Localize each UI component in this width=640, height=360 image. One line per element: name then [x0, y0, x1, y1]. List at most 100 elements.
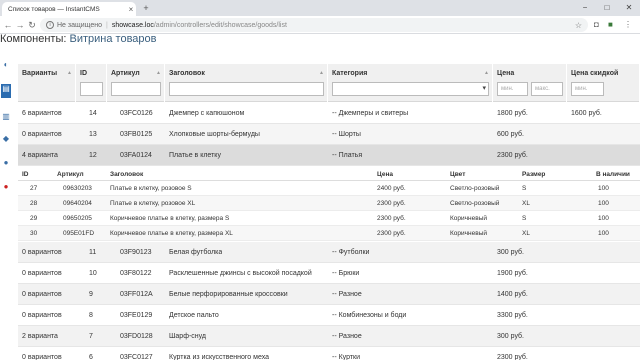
security-label: Не защищено: [57, 21, 102, 29]
cell-sku: 03FB0125: [120, 131, 153, 138]
maximize-icon[interactable]: □: [596, 0, 618, 16]
table-row[interactable]: 0 вариантов 8 03FE0129 Детское пальто --…: [18, 305, 640, 326]
tab-close-icon[interactable]: ×: [126, 5, 136, 14]
id-filter-input[interactable]: [80, 82, 103, 96]
variants-table-header: ID Артикул Заголовок Цена Цвет Размер В …: [18, 168, 640, 181]
sort-icon[interactable]: ▲: [319, 70, 324, 76]
column-id[interactable]: ID: [76, 64, 107, 102]
cell-title: Расклешенные джинсы с высокой посадкой: [169, 270, 312, 277]
variant-row[interactable]: 30 095E01FD Коричневое платье в клетку, …: [18, 226, 640, 241]
user-icon[interactable]: ●: [1, 158, 11, 168]
camera-icon[interactable]: ◘: [594, 20, 599, 29]
cell-variants[interactable]: 0 вариантов: [22, 124, 62, 145]
table-header: Варианты ▲ ID Артикул ▲ Заголовок ▲ Кате…: [18, 64, 640, 102]
variant-stock: 100: [598, 200, 609, 207]
cell-id: 7: [89, 333, 93, 340]
column-sku[interactable]: Артикул ▲: [107, 64, 165, 102]
variant-row[interactable]: 28 09640204 Платье в клетку, розовое XL …: [18, 196, 640, 211]
cell-variants[interactable]: 0 вариантов: [22, 263, 62, 284]
table-row[interactable]: 0 вариантов 10 03F80122 Расклешенные джи…: [18, 263, 640, 284]
sort-icon[interactable]: ▲: [484, 70, 489, 76]
alert-icon[interactable]: ●: [1, 182, 11, 192]
globe-icon[interactable]: ◐: [1, 60, 11, 70]
cell-sku: 03FC0126: [120, 110, 153, 117]
left-sidebar: ◐ ▤ ▥ ◆ ● ●: [0, 54, 12, 360]
menu-icon[interactable]: ⋮: [624, 20, 632, 29]
cell-variants[interactable]: 0 вариантов: [22, 305, 62, 326]
price-min-input[interactable]: мин.: [497, 82, 528, 96]
column-variants[interactable]: Варианты ▲: [18, 64, 76, 102]
variant-size: XL: [522, 200, 530, 207]
variant-color: Коричневый: [450, 230, 487, 237]
variants-column-label: Артикул: [57, 171, 84, 178]
url-host: showcase.loc: [111, 21, 154, 29]
cell-price: 300 руб.: [497, 333, 524, 340]
category-filter-select[interactable]: [332, 82, 489, 96]
info-icon[interactable]: i: [46, 21, 54, 29]
variant-price: 2400 руб.: [377, 185, 406, 192]
column-label: Цена: [497, 70, 515, 77]
cell-category: -- Куртки: [332, 354, 361, 360]
page-title: Компоненты: Витрина товаров: [0, 33, 156, 45]
list-icon[interactable]: ▥: [1, 112, 11, 122]
cell-variants[interactable]: 0 вариантов: [22, 242, 62, 263]
sort-icon[interactable]: ▲: [67, 70, 72, 76]
column-title[interactable]: Заголовок ▲: [165, 64, 328, 102]
cell-variants[interactable]: 6 вариантов: [22, 103, 62, 124]
variants-column-label: ID: [22, 171, 29, 178]
forward-icon[interactable]: →: [14, 19, 26, 31]
variant-id: 28: [30, 200, 38, 207]
sku-filter-input[interactable]: [111, 82, 161, 96]
variant-row[interactable]: 27 09630203 Платье в клетку, розовое S 2…: [18, 181, 640, 196]
column-price[interactable]: Цена мин. макс.: [493, 64, 567, 102]
table-row[interactable]: 6 вариантов 14 03FC0126 Джемпер с капюшо…: [18, 103, 640, 124]
tag-icon[interactable]: ◆: [1, 134, 11, 144]
browser-tab-bar: Список товаров — InstantCMS × + − □ ✕: [0, 0, 640, 16]
url-input[interactable]: i Не защищено | showcase.loc /admin/cont…: [40, 18, 588, 32]
tab-title: Список товаров — InstantCMS: [8, 5, 100, 13]
star-icon[interactable]: ☆: [575, 21, 582, 30]
cell-variants[interactable]: 0 вариантов: [22, 284, 62, 305]
variant-row[interactable]: 29 09650205 Коричневое платье в клетку, …: [18, 211, 640, 226]
new-tab-icon[interactable]: +: [140, 3, 152, 14]
cell-variants[interactable]: 0 вариантов: [22, 347, 62, 360]
title-filter-input[interactable]: [169, 82, 324, 96]
cell-title: Шарф-снуд: [169, 333, 207, 340]
table-row[interactable]: 0 вариантов 11 03F90123 Белая футболка -…: [18, 242, 640, 263]
cell-category: -- Брюки: [332, 270, 360, 277]
cell-sku: 03FF012A: [120, 291, 153, 298]
table-row[interactable]: 0 вариантов 9 03FF012A Белые перфорирова…: [18, 284, 640, 305]
cell-id: 14: [89, 110, 97, 117]
cell-price: 2300 руб.: [497, 152, 528, 159]
variant-color: Светло-розовый: [450, 200, 500, 207]
cell-sku: 03FD0128: [120, 333, 153, 340]
page-heading: Витрина товаров: [69, 33, 157, 45]
breadcrumb[interactable]: Компоненты: [0, 33, 63, 45]
sort-icon[interactable]: ▲: [156, 70, 161, 76]
table-row-selected[interactable]: 4 варианта 12 03FA0124 Платье в клетку -…: [18, 145, 640, 166]
cell-discount: 1600 руб.: [571, 110, 602, 117]
variants-column-label: В наличии: [596, 171, 630, 178]
table-row[interactable]: 0 вариантов 13 03FB0125 Хлопковые шорты-…: [18, 124, 640, 145]
column-discount[interactable]: Цена скидкой мин.: [567, 64, 640, 102]
close-window-icon[interactable]: ✕: [618, 0, 640, 16]
variant-stock: 100: [598, 215, 609, 222]
table-row[interactable]: 2 варианта 7 03FD0128 Шарф-снуд -- Разно…: [18, 326, 640, 347]
catalog-icon[interactable]: ▤: [1, 84, 11, 98]
reload-icon[interactable]: ↻: [26, 19, 38, 31]
minimize-icon[interactable]: −: [574, 0, 596, 16]
variant-size: S: [522, 185, 527, 192]
price-max-input[interactable]: макс.: [531, 82, 563, 96]
browser-tab[interactable]: Список товаров — InstantCMS ×: [2, 2, 136, 16]
column-category[interactable]: Категория ▲: [328, 64, 493, 102]
cell-variants[interactable]: 4 варианта: [22, 145, 58, 166]
back-icon[interactable]: ←: [2, 19, 14, 31]
table-row[interactable]: 0 вариантов 6 03FC0127 Куртка из искусст…: [18, 347, 640, 360]
variant-stock: 100: [598, 230, 609, 237]
breadcrumb-separator: :: [63, 33, 67, 45]
discount-min-input[interactable]: мин.: [571, 82, 604, 96]
extension-icon[interactable]: ■: [608, 20, 613, 29]
cell-category: -- Комбинезоны и боди: [332, 312, 407, 319]
cell-variants[interactable]: 2 варианта: [22, 326, 58, 347]
variant-size: XL: [522, 230, 530, 237]
